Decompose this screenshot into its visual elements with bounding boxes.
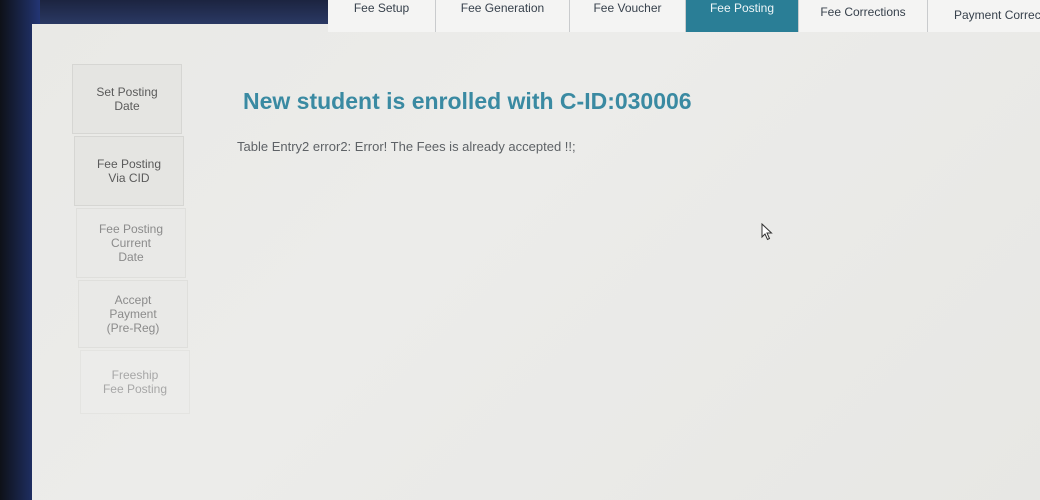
top-tab-bar: Fee Setup Fee Generation Fee Voucher Fee… [328, 0, 1040, 32]
sidebar-item-set-posting-date[interactable]: Set Posting Date [72, 64, 182, 134]
tab-payment-corrections[interactable]: Payment Correcti [928, 0, 1040, 32]
tab-label: Payment Correcti [954, 8, 1040, 22]
tab-fee-voucher[interactable]: Fee Voucher [570, 0, 686, 32]
tab-label: Fee Posting [709, 1, 775, 15]
tab-label: Fee Setup [353, 1, 410, 15]
error-message: Table Entry2 error2: Error! The Fees is … [237, 139, 576, 154]
sidebar-item-fee-posting-via-cid[interactable]: Fee Posting Via CID [74, 136, 184, 206]
sidebar-item-label: Fee Posting [96, 157, 162, 171]
sidebar-item-label: Via CID [108, 171, 150, 185]
sidebar-item-label: Fee Posting [102, 382, 168, 396]
tab-fee-posting[interactable]: Fee Posting [686, 0, 799, 32]
tab-label: Fee Voucher [593, 1, 662, 15]
sidebar-item-label: Set Posting [96, 85, 158, 99]
mouse-pointer-icon [761, 222, 773, 246]
sidebar-item-freeship-fee-posting[interactable]: Freeship Fee Posting [80, 350, 190, 414]
tab-fee-generation[interactable]: Fee Generation [436, 0, 570, 32]
sidebar-item-label: Accept [114, 293, 152, 307]
tab-fee-setup[interactable]: Fee Setup [328, 0, 436, 32]
sidebar-item-label: (Pre-Reg) [106, 321, 160, 335]
sidebar-item-label: Current [110, 236, 151, 250]
tab-label: Fee Corrections [820, 5, 906, 19]
sidebar-item-label: Freeship [111, 368, 159, 382]
sidebar-item-label: Date [114, 99, 140, 113]
sidebar-item-label: Fee Posting [98, 222, 164, 236]
sidebar-item-fee-posting-current-date[interactable]: Fee Posting Current Date [76, 208, 186, 278]
sidebar-item-label: Date [118, 250, 144, 264]
sidebar-item-label: Payment [109, 307, 157, 321]
tab-fee-corrections[interactable]: Fee Corrections [799, 0, 928, 32]
tab-label: Fee Generation [460, 1, 545, 15]
enrollment-heading: New student is enrolled with C-ID:030006 [243, 88, 692, 114]
sidebar-item-accept-payment-pre-reg[interactable]: Accept Payment (Pre-Reg) [78, 280, 188, 348]
